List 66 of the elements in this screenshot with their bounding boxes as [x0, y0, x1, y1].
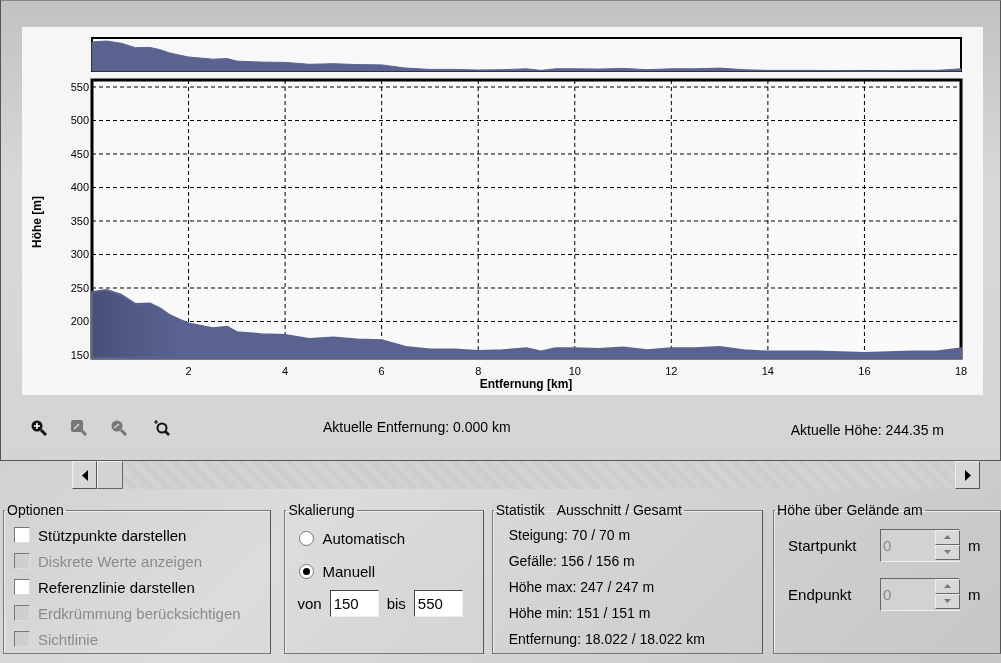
- x-tick-label: 6: [378, 365, 385, 377]
- x-tick-label: 2: [185, 365, 192, 377]
- current-height: Aktuelle Höhe: 244.35 m: [790, 422, 944, 438]
- checkbox-label[interactable]: Stützpunkte darstellen: [38, 526, 187, 544]
- unit-label: m: [968, 536, 981, 554]
- x-axis-title: Entfernung [km]: [479, 377, 573, 391]
- field-label: Endpunkt: [788, 585, 853, 603]
- spin-up-button[interactable]: [935, 529, 961, 545]
- zoom-tool-button[interactable]: [151, 417, 171, 437]
- statistic-line: Entfernung: 18.022 / 18.022 km: [507, 630, 706, 649]
- y-tick-label: 450: [70, 148, 89, 160]
- to-field[interactable]: 550: [413, 590, 463, 617]
- y-tick-label: 250: [70, 282, 89, 294]
- radio-label[interactable]: Manuell: [322, 563, 375, 580]
- up-arrow-icon: [944, 535, 952, 539]
- scrollbar[interactable]: [72, 461, 980, 489]
- x-tick-label: 16: [858, 365, 871, 377]
- zoom-out-icon: [109, 418, 127, 436]
- group-title: Optionen: [6, 502, 65, 518]
- zoom-window-icon: [69, 418, 87, 436]
- y-tick-label: 350: [70, 215, 89, 227]
- left-arrow-icon: [81, 469, 88, 481]
- down-arrow-icon: [944, 550, 952, 554]
- statistic-line: Höhe max: 247 / 247 m: [507, 578, 656, 597]
- y-tick-label: 500: [70, 114, 89, 127]
- scroll-thumb[interactable]: [97, 461, 123, 489]
- x-tick-label: 12: [665, 365, 678, 377]
- down-arrow-icon: [944, 599, 952, 603]
- y-tick-label: 150: [70, 349, 89, 361]
- x-tick-label: 8: [475, 365, 482, 377]
- radio-label[interactable]: Automatisch: [322, 530, 405, 547]
- group-title: Höhe über Gelände am: [776, 502, 924, 518]
- y-tick-label: 200: [70, 315, 89, 328]
- statistic-line: Höhe min: 151 / 151 m: [507, 604, 652, 623]
- spin-up-button[interactable]: [935, 578, 961, 594]
- group-title: Statistik: [495, 502, 545, 518]
- x-tick-label: 14: [761, 365, 774, 377]
- y-tick-label: 300: [70, 248, 89, 261]
- y-tick-label: 400: [70, 181, 89, 194]
- checkbox-label[interactable]: Referenzlinie darstellen: [38, 578, 195, 596]
- from-label: von: [297, 595, 322, 612]
- zoom-reset-icon: [152, 418, 170, 436]
- scroll-left-button[interactable]: [72, 461, 97, 489]
- up-arrow-icon: [944, 584, 952, 588]
- right-arrow-icon: [964, 469, 971, 481]
- to-label: bis: [386, 595, 406, 612]
- checkbox[interactable]: [14, 579, 30, 595]
- x-tick-label: 10: [568, 365, 581, 377]
- y-axis-title: Höhe [m]: [30, 196, 44, 248]
- group-title: Skalierung: [287, 502, 356, 518]
- y-tick-label: 550: [70, 81, 89, 93]
- field-label: Startpunkt: [788, 536, 858, 554]
- radio-button[interactable]: [299, 531, 315, 546]
- overview-strip[interactable]: [91, 37, 962, 72]
- statistic-line: Steigung: 70 / 70 m: [507, 526, 632, 545]
- from-field[interactable]: 150: [329, 590, 379, 617]
- radio-button[interactable]: [299, 564, 315, 579]
- current-distance: Aktuelle Entfernung: 0.000 km: [323, 419, 511, 435]
- group-subtitle: Ausschnitt / Gesamt: [556, 502, 682, 518]
- scroll-right-button[interactable]: [955, 461, 980, 489]
- checkbox[interactable]: [14, 527, 30, 543]
- x-tick-label: 18: [954, 365, 968, 377]
- statistic-line: Gefälle: 156 / 156 m: [507, 552, 636, 571]
- x-tick-label: 4: [282, 365, 289, 377]
- zoom-in-icon: [29, 418, 47, 436]
- unit-label: m: [968, 585, 981, 603]
